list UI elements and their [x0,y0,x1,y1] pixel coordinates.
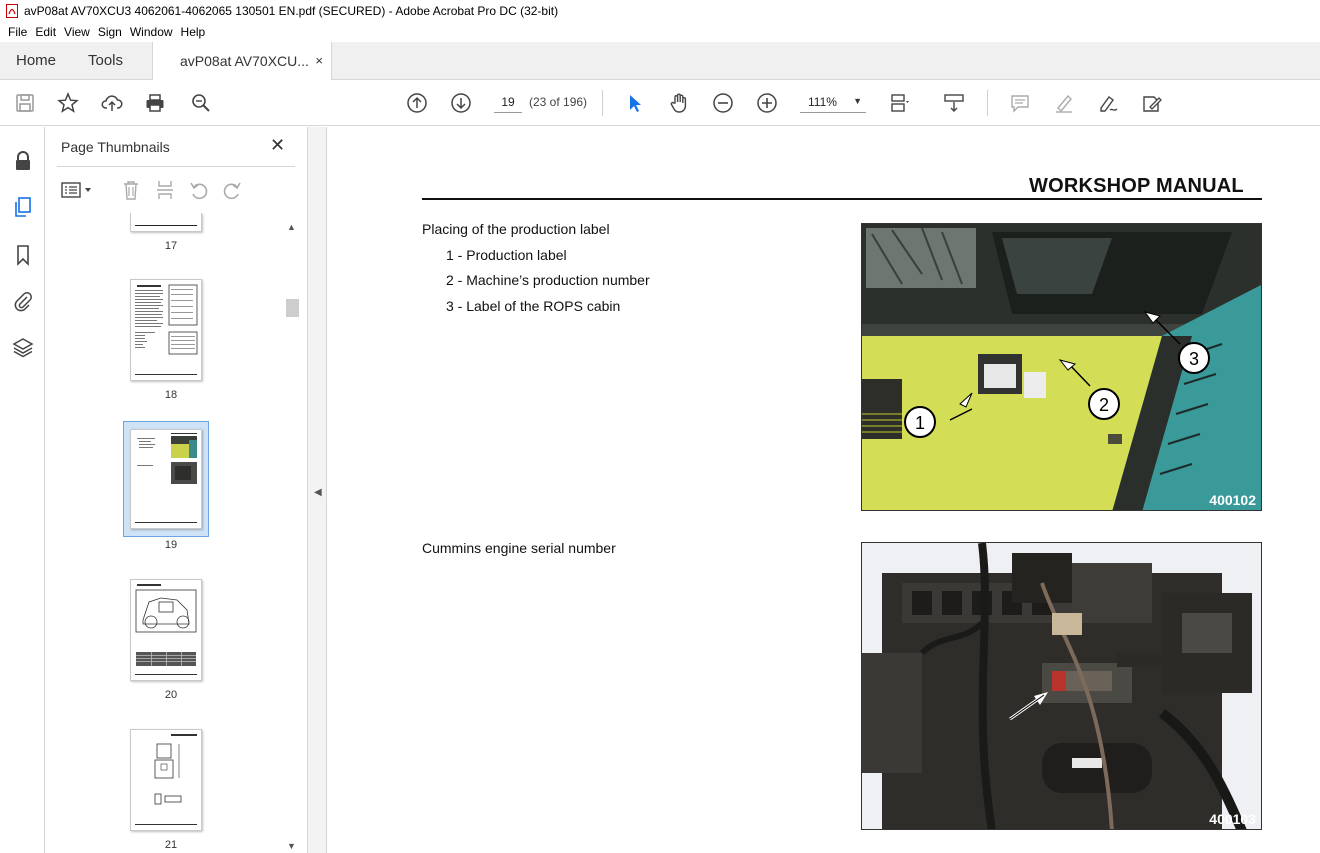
menu-bar: File Edit View Sign Window Help [0,22,1320,42]
section-engine-serial-title: Cummins engine serial number [422,540,616,556]
thumbnail-preview [135,584,197,675]
thumbnail-label: 18 [164,389,178,401]
thumbnail-list: 17 18 19 20 21 [57,213,285,853]
callout-1: 1 [915,413,925,433]
production-label-photo: 1 2 3 400102 [861,223,1262,511]
scroll-up-arrow[interactable]: ▲ [287,222,296,232]
list-item: 1 - Production label [446,247,567,263]
thumbnail-preview [135,284,198,375]
bookmark-icon[interactable] [11,243,35,267]
tab-home[interactable]: Home [16,52,56,69]
tab-document[interactable]: avP08at AV70XCU... × [152,42,332,80]
menu-sign[interactable]: Sign [94,25,126,39]
page-heading: WORKSHOP MANUAL [1029,175,1244,197]
heading-rule [422,198,1262,200]
tab-bar: Home Tools avP08at AV70XCU... × [0,42,1320,80]
previous-page-icon[interactable] [405,91,429,115]
print-icon[interactable] [143,91,167,115]
thumbnail-options-menu[interactable] [61,179,93,201]
next-page-icon[interactable] [449,91,473,115]
window-title: avP08at AV70XCU3 4062061-4062065 130501 … [24,4,559,18]
thumbnail-label: 20 [164,689,178,701]
menu-help[interactable]: Help [177,25,210,39]
menu-file[interactable]: File [4,25,31,39]
attachment-paperclip-icon[interactable] [11,289,35,313]
page-count-label: (23 of 196) [529,95,588,109]
thumbnail-label: 21 [164,839,178,851]
select-cursor-icon[interactable] [623,91,647,115]
chevron-down-icon: ▼ [853,96,862,106]
list-item: 2 - Machine’s production number [446,272,650,288]
collapse-panel-arrow-icon[interactable]: ◀ [314,487,322,498]
page-thumbnails-icon[interactable] [11,195,35,219]
highlight-pen-icon[interactable] [1052,91,1076,115]
document-view: WORKSHOP MANUAL Placing of the productio… [327,127,1320,853]
toolbar-divider [987,90,988,116]
thumbnail-preview [135,433,197,523]
zoom-search-icon[interactable] [189,91,213,115]
zoom-level-value: 111% [808,95,837,109]
extract-pages-icon[interactable] [154,179,176,201]
panel-title: Page Thumbnails [61,139,170,155]
panel-splitter[interactable]: ◀ [307,127,327,853]
scrollbar-thumb[interactable] [286,299,299,317]
callout-2: 2 [1099,395,1109,415]
comment-icon[interactable] [1008,91,1032,115]
fill-sign-icon[interactable] [1140,91,1164,115]
menu-window[interactable]: Window [126,25,177,39]
section-production-label-title: Placing of the production label [422,221,610,237]
thumbnail-page-19[interactable] [130,429,202,529]
menu-edit[interactable]: Edit [31,25,60,39]
rotate-clockwise-icon[interactable] [221,179,243,201]
page-thumbnails-panel: Page Thumbnails ✕ 17 18 19 20 21 ▲ ▼ [45,127,307,853]
rotate-counterclockwise-icon[interactable] [188,179,210,201]
toolbar-divider [602,90,603,116]
left-navigation-rail [0,127,45,853]
callout-3: 3 [1189,349,1199,369]
scroll-down-arrow[interactable]: ▼ [287,841,296,851]
close-tab-button[interactable]: × [315,53,323,68]
document-tab-label: avP08at AV70XCU... [180,53,309,69]
delete-page-icon[interactable] [120,179,142,201]
thumbnail-preview [135,734,197,825]
zoom-in-icon[interactable] [755,91,779,115]
hand-tool-icon[interactable] [667,91,691,115]
page-display-icon[interactable] [888,91,912,115]
thumbnail-page-17[interactable] [130,213,202,232]
thumbnail-label: 17 [164,240,178,252]
main-toolbar: (23 of 196) 111% ▼ [0,80,1320,126]
menu-view[interactable]: View [60,25,94,39]
pdf-app-icon [6,4,18,18]
thumbnail-page-18[interactable] [130,279,202,381]
photo-code: 400102 [1209,492,1256,508]
close-panel-button[interactable]: ✕ [270,135,285,156]
layers-icon[interactable] [11,335,35,359]
title-bar: avP08at AV70XCU3 4062061-4062065 130501 … [0,0,1320,22]
tab-tools[interactable]: Tools [88,52,123,69]
thumbnail-page-21[interactable] [130,729,202,831]
list-item: 3 - Label of the ROPS cabin [446,298,621,314]
scroll-mode-icon[interactable] [942,91,966,115]
lock-icon[interactable] [11,149,35,173]
engine-serial-photo: 400103 [861,542,1262,830]
sign-pen-icon[interactable] [1096,91,1120,115]
zoom-level-select[interactable]: 111% ▼ [800,91,866,113]
thumbnail-page-20[interactable] [130,579,202,681]
upload-cloud-icon[interactable] [100,91,124,115]
photo-code: 400103 [1209,811,1256,827]
save-icon[interactable] [13,91,37,115]
zoom-out-icon[interactable] [711,91,735,115]
bookmark-star-icon[interactable] [56,91,80,115]
page-number-input[interactable] [494,91,522,113]
panel-divider [57,166,295,167]
thumbnail-label: 19 [164,539,178,551]
